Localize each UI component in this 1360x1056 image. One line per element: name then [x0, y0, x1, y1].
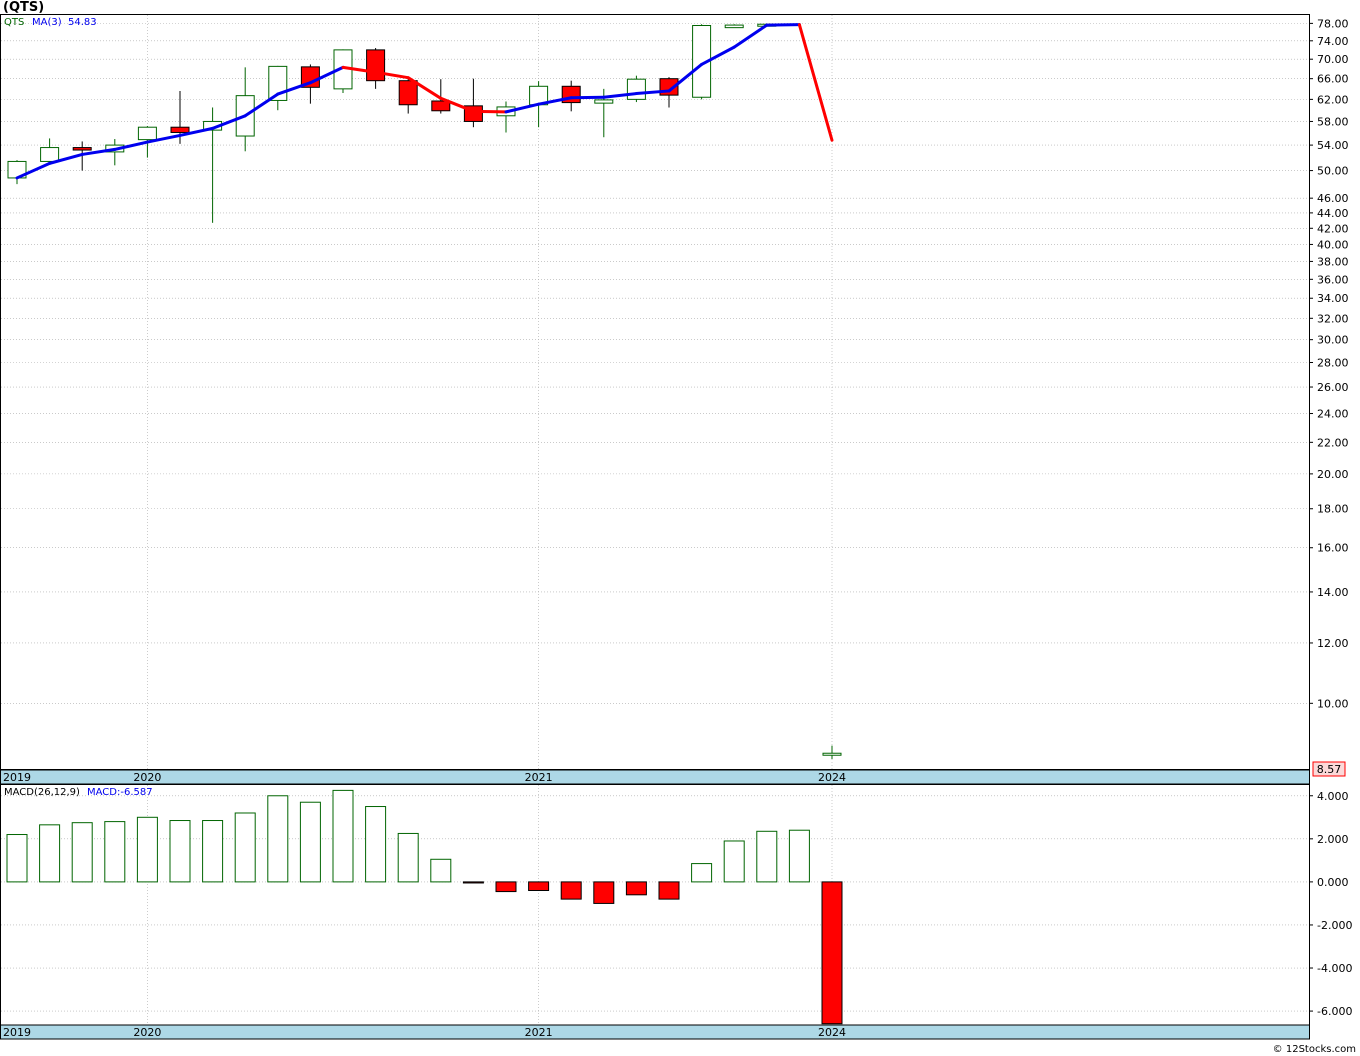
price-tick-label-5: 58.00: [1317, 115, 1349, 128]
macd-tick-label-2: 0.000: [1317, 876, 1349, 889]
chart-background: [0, 0, 1360, 1056]
price-tick-label-26: 10.00: [1317, 697, 1349, 710]
macd-bar-1: [39, 824, 61, 883]
candle-body-1: [40, 147, 60, 162]
price-tick-label-23: 16.00: [1317, 542, 1349, 555]
macd-bar-3: [104, 821, 126, 883]
candle-body-12: [398, 80, 418, 106]
price-tick-label-11: 40.00: [1317, 238, 1349, 251]
macd-x-label-1: 2020: [133, 1026, 161, 1039]
credit-text: © 12Stocks.com: [1273, 1044, 1356, 1055]
macd-bar-4: [136, 816, 158, 883]
macd-bar-6: [202, 820, 224, 883]
candle-body-2: [72, 147, 92, 151]
macd-tick-label-0: 4.000: [1317, 790, 1349, 803]
price-tick-label-6: 54.00: [1317, 139, 1349, 152]
last-price-box: 8.57: [1312, 761, 1346, 777]
candle-body-22: [724, 24, 744, 29]
price-tick-label-0: 78.00: [1317, 17, 1349, 30]
legend-ma-value: 54.83: [68, 17, 97, 28]
price-tick-label-22: 18.00: [1317, 503, 1349, 516]
macd-legend: MACD(26,12,9) MACD:-6.587: [4, 787, 153, 798]
macd-tick-label-5: -6.000: [1317, 1005, 1352, 1018]
macd-x-label-0: 2019: [3, 1026, 31, 1039]
macd-bar-2: [71, 822, 93, 883]
macd-bar-12: [397, 832, 419, 883]
macd-bar-8: [267, 795, 289, 883]
macd-x-label-3: 2024: [818, 1026, 846, 1039]
macd-bar-13: [430, 858, 452, 883]
price-tick-label-8: 46.00: [1317, 192, 1349, 205]
macd-bar-7: [234, 812, 256, 883]
macd-legend-value: MACD:-6.587: [87, 787, 153, 798]
last-price-label: 8.57: [1317, 763, 1342, 776]
macd-bar-19: [625, 881, 647, 896]
macd-legend-name: MACD(26,12,9): [4, 787, 80, 798]
price-tick-label-12: 38.00: [1317, 255, 1349, 268]
chart: (QTS) 78.00 74.00 70.00 66.00 62.00 58.00 54.0…: [0, 0, 1360, 1056]
legend-ma-label: MA(3): [32, 17, 62, 28]
macd-bar-23: [756, 830, 778, 883]
price-tick-label-9: 44.00: [1317, 207, 1349, 220]
candle-body-18: [594, 99, 614, 104]
macd-bar-17: [560, 881, 582, 900]
price-tick-label-2: 70.00: [1317, 53, 1349, 66]
macd-x-label-2: 2021: [525, 1026, 553, 1039]
macd-bar-14: [462, 881, 484, 884]
price-x-label-2: 2021: [525, 771, 553, 784]
macd-tick-label-1: 2.000: [1317, 833, 1349, 846]
candle-body-19: [626, 78, 646, 100]
legend-symbol: QTS: [4, 17, 24, 28]
price-tick-label-16: 30.00: [1317, 334, 1349, 347]
price-tick-label-3: 66.00: [1317, 73, 1349, 86]
price-x-label-1: 2020: [133, 771, 161, 784]
price-tick-label-4: 62.00: [1317, 93, 1349, 106]
price-tick-label-21: 20.00: [1317, 468, 1349, 481]
candle-body-4: [137, 126, 157, 141]
macd-bar-24: [788, 829, 810, 883]
price-tick-label-18: 26.00: [1317, 381, 1349, 394]
candle-body-13: [431, 100, 451, 112]
macd-tick-label-4: -4.000: [1317, 962, 1352, 975]
price-tick-label-25: 12.00: [1317, 637, 1349, 650]
price-x-label-0: 2019: [3, 771, 31, 784]
ma-segment-14: [471, 109, 508, 114]
candle-body-5: [170, 126, 190, 133]
price-x-axis-band: [0, 769, 1310, 785]
macd-bar-11: [365, 806, 387, 883]
price-tick-label-19: 24.00: [1317, 408, 1349, 421]
macd-bar-5: [169, 820, 191, 883]
macd-x-axis-band: [0, 1024, 1310, 1040]
macd-bar-18: [593, 881, 615, 904]
candle-body-11: [366, 49, 386, 82]
price-tick-label-17: 28.00: [1317, 356, 1349, 369]
price-tick-label-13: 36.00: [1317, 273, 1349, 286]
macd-bar-16: [528, 881, 550, 892]
price-x-label-3: 2024: [818, 771, 846, 784]
price-tick-label-10: 42.00: [1317, 222, 1349, 235]
macd-bar-25: [821, 881, 843, 1025]
price-tick-label-7: 50.00: [1317, 165, 1349, 178]
price-tick-label-24: 14.00: [1317, 586, 1349, 599]
macd-bar-0: [6, 834, 28, 883]
candle-body-25: [822, 752, 842, 756]
macd-bar-20: [658, 881, 680, 900]
ma-segment-17: [569, 95, 606, 100]
macd-bar-21: [691, 863, 713, 883]
macd-bar-10: [332, 789, 354, 883]
price-tick-label-15: 32.00: [1317, 312, 1349, 325]
price-tick-label-20: 22.00: [1317, 436, 1349, 449]
macd-bar-15: [495, 881, 517, 893]
macd-tick-label-3: -2.000: [1317, 919, 1352, 932]
price-tick-label-14: 34.00: [1317, 292, 1349, 305]
macd-bar-9: [299, 801, 321, 883]
price-tick-label-1: 74.00: [1317, 35, 1349, 48]
macd-bar-22: [723, 840, 745, 883]
chart-title: (QTS): [3, 0, 44, 15]
price-legend: QTS MA(3) 54.83: [4, 17, 97, 28]
